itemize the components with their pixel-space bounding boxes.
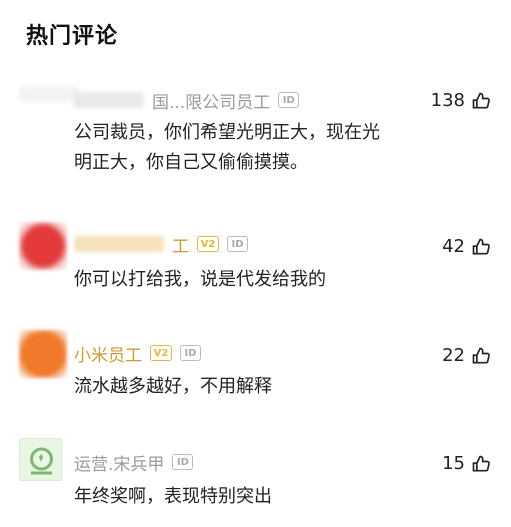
- like-count: 15: [442, 453, 465, 474]
- id-badge: ID: [278, 92, 300, 108]
- username-row: 工 V2 ID: [74, 232, 248, 257]
- username[interactable]: 运营.宋兵甲: [74, 450, 164, 475]
- like-count: 138: [430, 90, 465, 111]
- id-badge: ID: [227, 236, 248, 252]
- like-count: 42: [442, 236, 465, 257]
- username[interactable]: 工: [172, 232, 189, 257]
- avatar[interactable]: [19, 86, 79, 102]
- comment-text: 你可以打给我，说是代发给我的: [74, 269, 326, 290]
- comment-text: 流水越多越好，不用解释: [74, 376, 272, 397]
- like-button[interactable]: 15: [442, 453, 491, 474]
- vip-badge: V2: [197, 236, 219, 252]
- comment-text: 公司裁员，你们希望光明正大，现在光 明正大，你自己又偷偷摸摸。: [74, 118, 434, 178]
- thumbs-up-icon: [472, 455, 490, 471]
- comment-text-line: 明正大，你自己又偷偷摸摸。: [74, 152, 308, 173]
- vip-badge: V2: [150, 345, 172, 361]
- section-title: 热门评论: [26, 24, 119, 49]
- blurred-username: [74, 92, 144, 108]
- id-badge: ID: [172, 454, 194, 470]
- thumbs-up-icon: [472, 92, 490, 108]
- like-button[interactable]: 42: [442, 236, 491, 257]
- comment-text-line: 公司裁员，你们希望光明正大，现在光: [74, 122, 380, 143]
- username-row: 国...限公司员工 ID: [74, 88, 300, 113]
- id-badge: ID: [180, 345, 201, 361]
- blurred-username: [74, 236, 164, 252]
- username[interactable]: 小米员工: [74, 341, 142, 366]
- like-button[interactable]: 22: [442, 345, 491, 366]
- avatar[interactable]: [19, 222, 67, 270]
- avatar[interactable]: [19, 438, 62, 481]
- avatar[interactable]: [19, 330, 67, 378]
- thumbs-up-icon: [472, 238, 490, 254]
- avatar-illustration-icon: [30, 447, 53, 475]
- like-button[interactable]: 138: [431, 90, 491, 111]
- username[interactable]: 国...限公司员工: [152, 88, 270, 113]
- comment-text: 年终奖啊，表现特别突出: [74, 486, 272, 507]
- username-row: 小米员工 V2 ID: [74, 341, 201, 366]
- like-count: 22: [442, 345, 465, 366]
- username-row: 运营.宋兵甲 ID: [74, 450, 194, 475]
- thumbs-up-icon: [472, 347, 490, 363]
